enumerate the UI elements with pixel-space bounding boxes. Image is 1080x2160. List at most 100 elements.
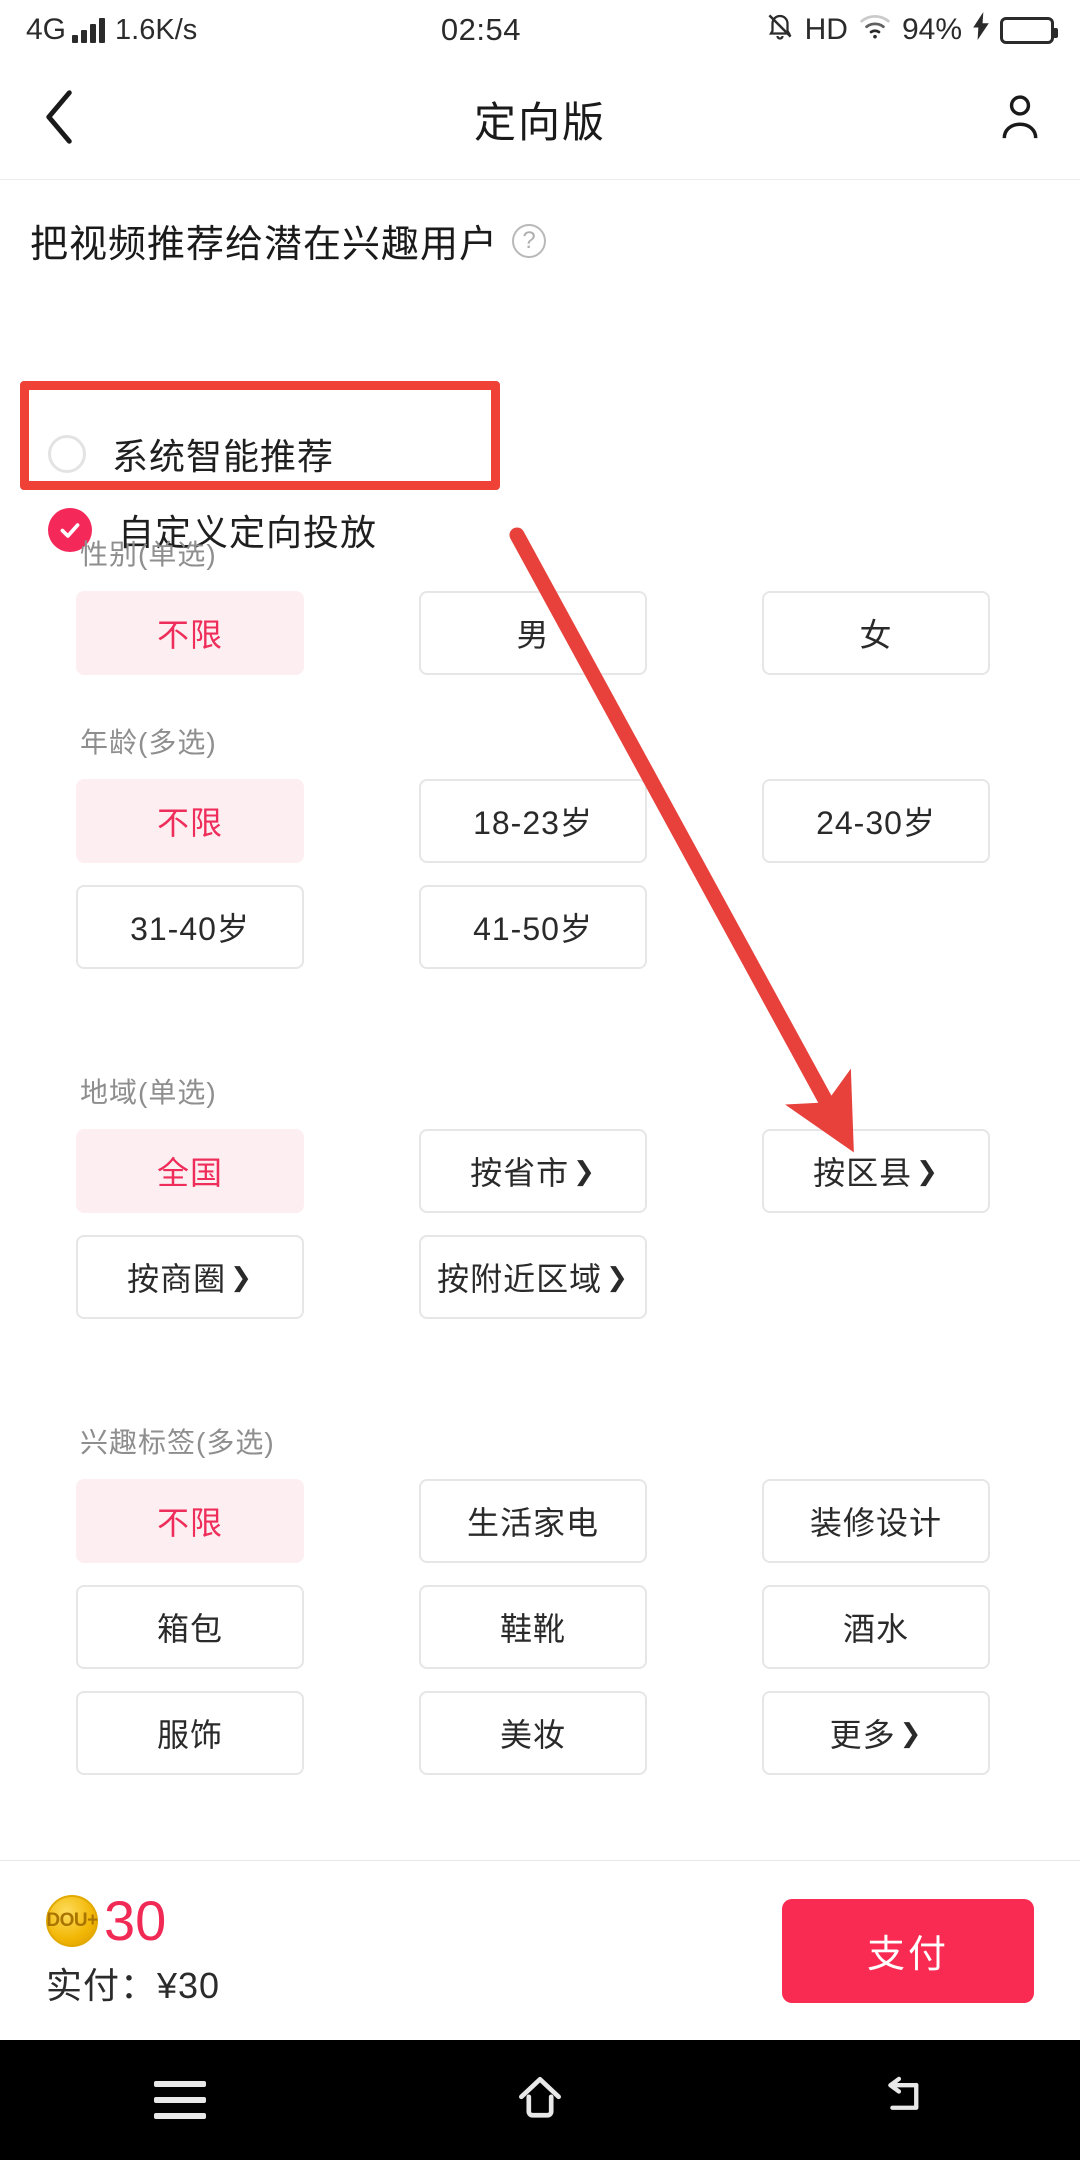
chip-age-18-23[interactable]: 18-23岁 (419, 779, 647, 863)
chip-label: 全国 (156, 1155, 223, 1191)
chip-grid-age: 不限 18-23岁 24-30岁 31-40岁 41-50岁 (0, 779, 1080, 969)
chip-label: 装修设计 (809, 1505, 942, 1541)
chip-label: 男 (516, 617, 550, 653)
section-age: 年龄(多选) 不限 18-23岁 24-30岁 31-40岁 41-50岁 (0, 721, 1080, 969)
price-block: DOU+ 30 实付：¥30 (46, 1888, 221, 2009)
chip-interest-more[interactable]: 更多 ❯ (762, 1691, 990, 1775)
network-type-label: 4G (26, 13, 67, 46)
net-speed-label: 1.6K/s (115, 13, 198, 46)
chip-gender-unlimited[interactable]: 不限 (76, 591, 304, 675)
section-title: 年龄(多选) (80, 727, 217, 758)
chip-label: 不限 (156, 805, 223, 841)
account-button[interactable] (960, 60, 1080, 180)
section-region: 地域(单选) 全国 按省市 ❯ 按区县 ❯ 按商圈 ❯ 按附近区域 ❯ (0, 1071, 1080, 1319)
signal-bars-icon (72, 17, 106, 43)
chevron-left-icon (43, 89, 77, 150)
chip-label: 24-30岁 (816, 805, 936, 841)
chip-label: 服饰 (156, 1717, 223, 1753)
chip-label: 酒水 (842, 1611, 909, 1647)
battery-icon (1000, 16, 1058, 44)
chevron-right-icon: ❯ (606, 1261, 629, 1292)
chip-age-31-40[interactable]: 31-40岁 (76, 885, 304, 969)
section-gender: 性别(单选) 不限 男 女 (0, 533, 1080, 675)
chip-grid-interest: 不限 生活家电 装修设计 箱包 鞋靴 酒水 服饰 美妆 更多 ❯ (0, 1479, 1080, 1775)
nav-home-button[interactable] (465, 2040, 615, 2160)
wifi-icon (858, 12, 892, 48)
chip-label: 美妆 (499, 1717, 566, 1753)
dou-plus-coin-icon: DOU+ (46, 1894, 98, 1947)
chip-label: 按附近区域 (437, 1261, 603, 1297)
chip-grid-gender: 不限 男 女 (0, 591, 1080, 675)
chip-label: 31-40岁 (130, 911, 250, 947)
status-bar-right: HD 94% (765, 10, 1058, 50)
headline-label: 把视频推荐给潜在兴趣用户 (30, 224, 499, 266)
radio-unchecked-icon (48, 435, 86, 473)
title-bar: 定向版 (0, 60, 1080, 180)
chip-interest-shoes[interactable]: 鞋靴 (419, 1585, 647, 1669)
home-icon (512, 2070, 568, 2131)
chip-label: 更多 (829, 1717, 896, 1753)
mode-option-system[interactable]: 系统智能推荐 (0, 417, 600, 491)
chip-region-by-province-city[interactable]: 按省市 ❯ (419, 1129, 647, 1213)
actual-pay-label: 实付：¥30 (46, 1964, 221, 2006)
menu-icon (154, 2081, 206, 2119)
targeting-form: 把视频推荐给潜在兴趣用户 ? 系统智能推荐 自定义定向投放 性别(单选) 不限 … (0, 181, 1080, 1860)
chip-interest-home-appliance[interactable]: 生活家电 (419, 1479, 647, 1563)
chip-grid-region: 全国 按省市 ❯ 按区县 ❯ 按商圈 ❯ 按附近区域 ❯ (0, 1129, 1080, 1319)
chip-age-41-50[interactable]: 41-50岁 (419, 885, 647, 969)
chip-interest-drinks[interactable]: 酒水 (762, 1585, 990, 1669)
nav-recents-button[interactable] (105, 2040, 255, 2160)
section-title: 性别(单选) (80, 539, 217, 570)
chip-label: 生活家电 (466, 1505, 599, 1541)
chip-label: 41-50岁 (473, 911, 593, 947)
mode-option-label: 系统智能推荐 (112, 436, 335, 477)
chip-age-24-30[interactable]: 24-30岁 (762, 779, 990, 863)
phone-screen: 4G 1.6K/s 02:54 HD 94% 定向版 把视频推荐给潜在兴趣用户 … (0, 0, 1080, 2160)
chip-interest-beauty[interactable]: 美妆 (419, 1691, 647, 1775)
question-mark-icon[interactable]: ? (512, 223, 547, 258)
page-title: 定向版 (473, 99, 606, 146)
chevron-right-icon: ❯ (916, 1155, 939, 1186)
back-arrow-icon (874, 2072, 926, 2129)
person-icon (997, 92, 1043, 147)
section-interest-tags: 兴趣标签(多选) 不限 生活家电 装修设计 箱包 鞋靴 酒水 服饰 美妆 更多 ❯ (0, 1421, 1080, 1775)
bell-muted-icon (765, 10, 795, 50)
chip-gender-female[interactable]: 女 (762, 591, 990, 675)
chip-interest-apparel[interactable]: 服饰 (76, 1691, 304, 1775)
chip-label: 鞋靴 (499, 1611, 566, 1647)
pay-button[interactable]: 支付 (782, 1898, 1034, 2003)
battery-percent-label: 94% (901, 13, 962, 46)
chip-label: 不限 (156, 1505, 223, 1541)
android-nav-bar (0, 2040, 1080, 2160)
headline-row: 把视频推荐给潜在兴趣用户 ? (0, 181, 1080, 268)
chip-label: 女 (859, 617, 893, 653)
status-bar-left: 4G 1.6K/s (26, 13, 197, 47)
chip-region-by-nearby[interactable]: 按附近区域 ❯ (419, 1235, 647, 1319)
chip-label: 箱包 (156, 1611, 223, 1647)
status-bar: 4G 1.6K/s 02:54 HD 94% (0, 0, 1080, 60)
lightning-bolt-icon (972, 12, 990, 48)
chip-interest-decoration[interactable]: 装修设计 (762, 1479, 990, 1563)
chip-region-by-business-district[interactable]: 按商圈 ❯ (76, 1235, 304, 1319)
chip-label: 不限 (156, 617, 223, 653)
hd-label: HD (804, 13, 848, 46)
coin-row: DOU+ 30 (46, 1888, 220, 1952)
chip-age-unlimited[interactable]: 不限 (76, 779, 304, 863)
chevron-right-icon: ❯ (230, 1261, 253, 1292)
chip-interest-bags[interactable]: 箱包 (76, 1585, 304, 1669)
status-bar-clock: 02:54 (440, 12, 521, 47)
chip-label: 按省市 (470, 1155, 570, 1191)
section-title: 兴趣标签(多选) (80, 1427, 275, 1458)
pay-bar: DOU+ 30 实付：¥30 支付 (0, 1860, 1080, 2040)
chip-region-nationwide[interactable]: 全国 (76, 1129, 304, 1213)
chip-label: 18-23岁 (473, 805, 593, 841)
chip-region-by-district[interactable]: 按区县 ❯ (762, 1129, 990, 1213)
nav-back-button[interactable] (825, 2040, 975, 2160)
coin-amount-label: 30 (104, 1888, 167, 1952)
back-button[interactable] (0, 60, 120, 180)
chevron-right-icon: ❯ (573, 1155, 596, 1186)
chip-gender-male[interactable]: 男 (419, 591, 647, 675)
chip-interest-unlimited[interactable]: 不限 (76, 1479, 304, 1563)
chip-label: 按商圈 (127, 1261, 227, 1297)
section-title: 地域(单选) (80, 1077, 217, 1108)
